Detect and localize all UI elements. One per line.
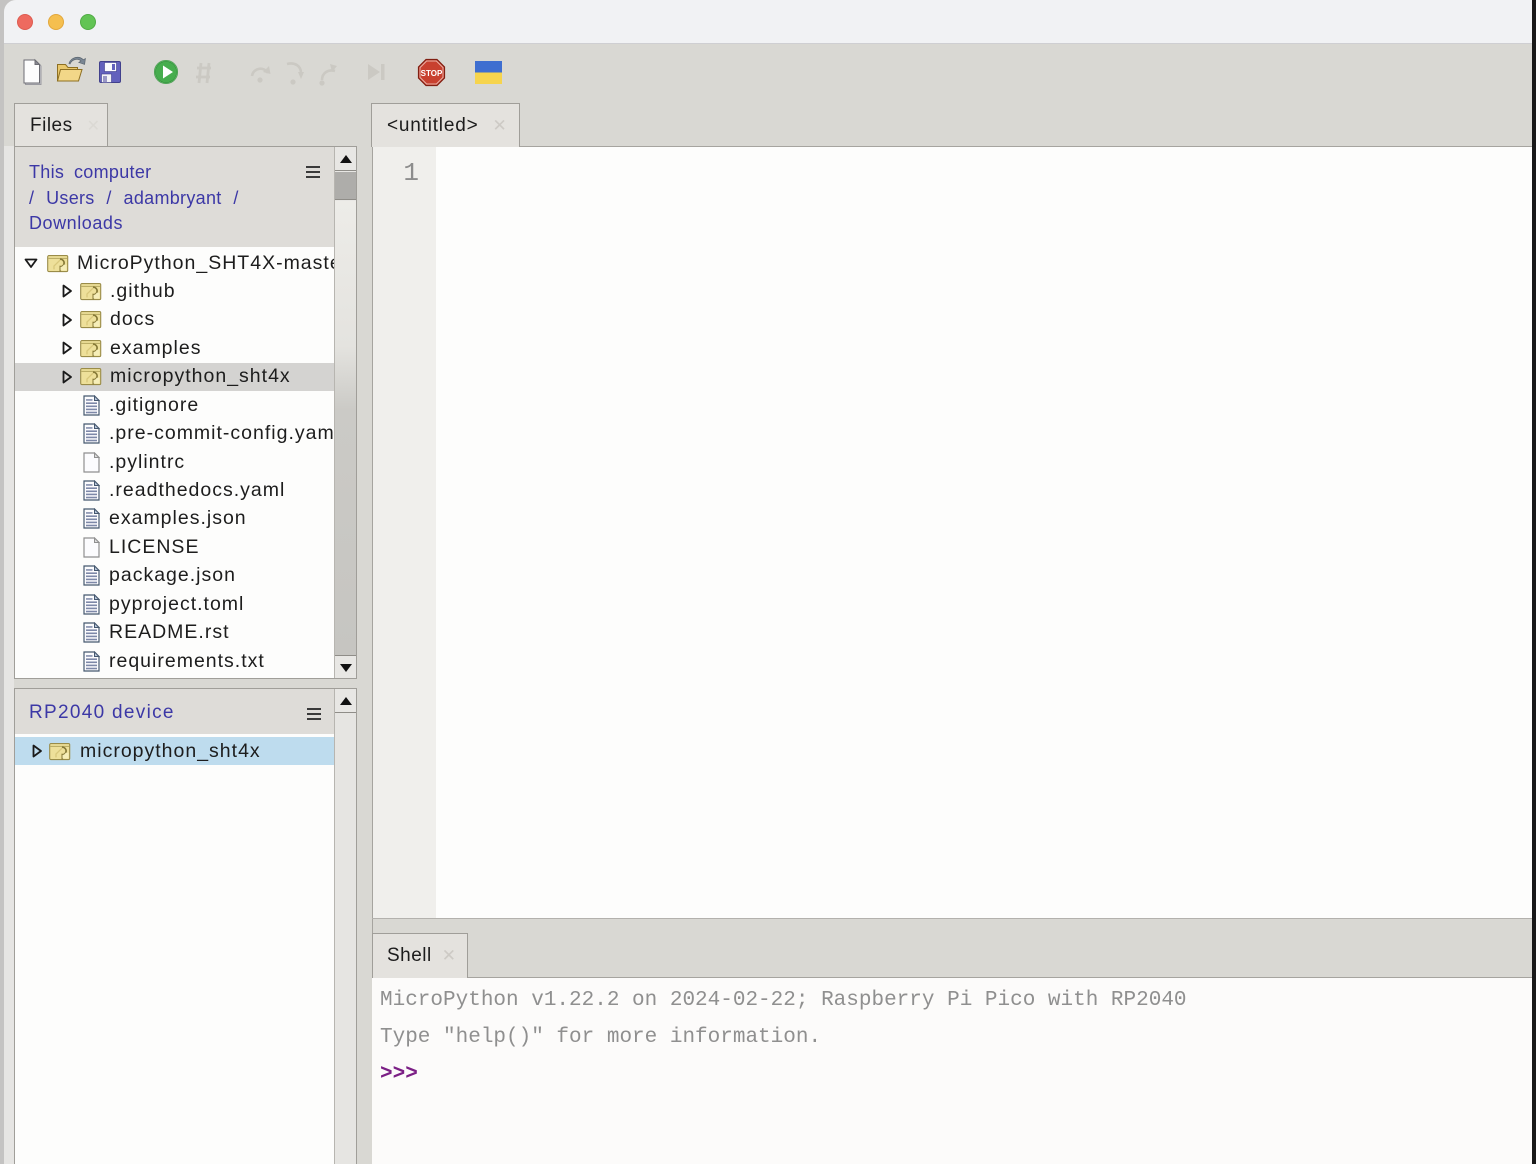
svg-text:STOP: STOP [421, 69, 443, 78]
